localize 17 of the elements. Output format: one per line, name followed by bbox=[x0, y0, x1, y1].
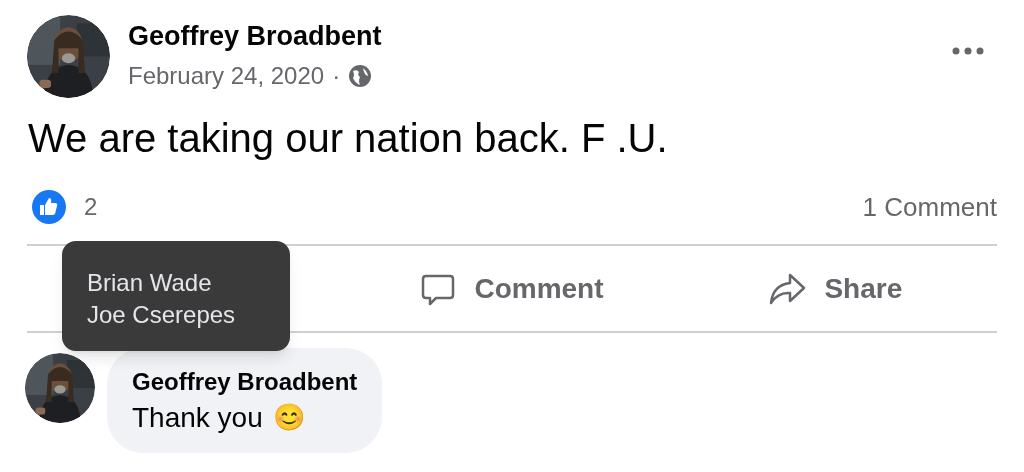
share-arrow-icon bbox=[768, 271, 807, 306]
more-icon[interactable] bbox=[952, 47, 984, 55]
post-text: We are taking our nation back. F .U. bbox=[27, 115, 669, 162]
comment-author[interactable]: Geoffrey Broadbent bbox=[132, 366, 358, 398]
like-reaction-icon[interactable] bbox=[32, 190, 66, 224]
reactor-name: Brian Wade bbox=[87, 268, 213, 298]
emoji: 😊 bbox=[272, 401, 305, 434]
author-name[interactable]: Geoffrey Broadbent bbox=[128, 18, 382, 54]
reaction-count[interactable]: 2 bbox=[84, 189, 98, 225]
comment-text: Thank you bbox=[132, 400, 263, 435]
post-date[interactable]: February 24, 2020 bbox=[128, 60, 325, 92]
separator: · bbox=[332, 61, 341, 91]
share-button[interactable]: Share bbox=[673, 246, 997, 331]
globe-icon bbox=[348, 64, 373, 88]
comment-button[interactable]: Comment bbox=[350, 246, 674, 331]
reactor-name: Joe Cserepes bbox=[87, 300, 237, 330]
comment-count[interactable]: 1 Comment bbox=[862, 187, 997, 227]
